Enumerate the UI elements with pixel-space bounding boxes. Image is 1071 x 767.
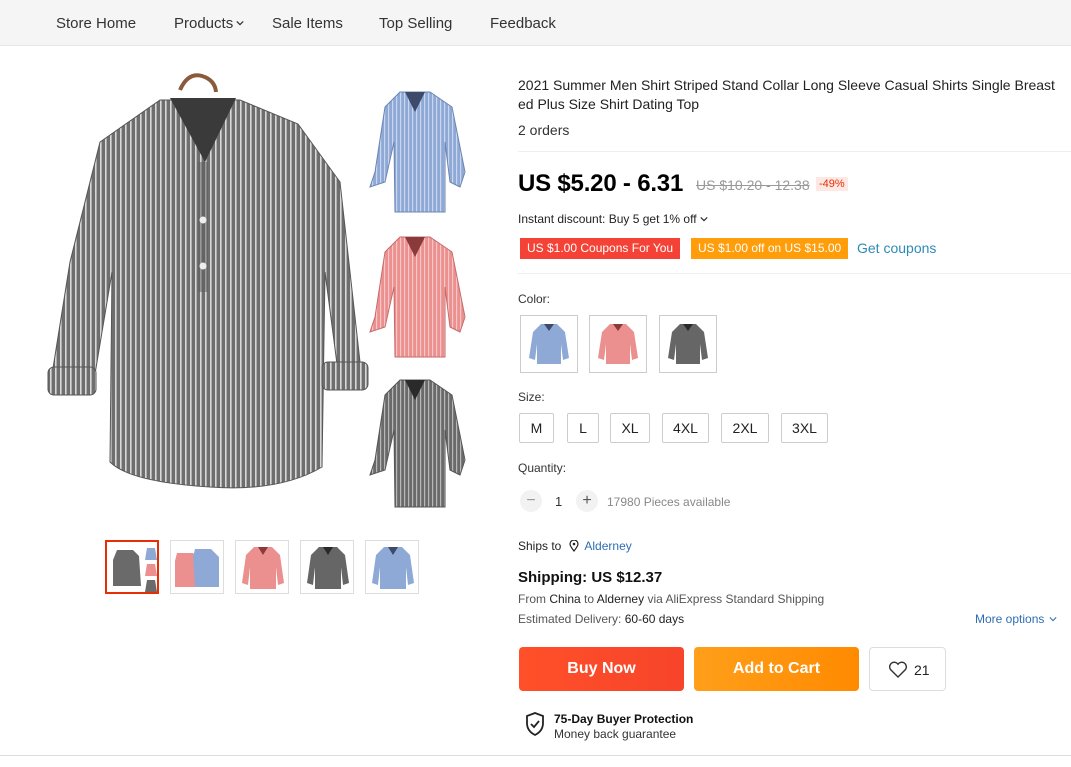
- blue-shirt-icon: [529, 324, 569, 364]
- shield-check-icon: [526, 712, 544, 737]
- divider: [0, 755, 1071, 756]
- thumbnail-4[interactable]: [300, 540, 354, 594]
- thumbnail-5[interactable]: [365, 540, 419, 594]
- chevron-down-icon: [700, 216, 708, 222]
- buy-now-button[interactable]: Buy Now: [519, 647, 684, 691]
- pieces-available: 17980 Pieces available: [607, 495, 731, 509]
- wishlist-button[interactable]: 21: [869, 647, 946, 691]
- ships-to: Ships to Alderney: [518, 539, 632, 553]
- nav-sale-items[interactable]: Sale Items: [272, 15, 343, 32]
- gray-shirt-icon: [668, 324, 708, 364]
- color-swatch-blue[interactable]: [520, 315, 578, 373]
- gray-shirt-small: [369, 379, 466, 508]
- quantity-decrease-button[interactable]: −: [520, 490, 542, 512]
- original-price: US $10.20 - 12.38: [696, 177, 810, 193]
- shirt-thumbnail-icon: [372, 547, 414, 589]
- pink-shirt-icon: [598, 324, 638, 364]
- ships-to-location[interactable]: Alderney: [584, 539, 631, 553]
- quantity-value[interactable]: 1: [555, 494, 562, 509]
- size-option-m[interactable]: M: [519, 413, 554, 443]
- shirt-thumbnail-icon: [242, 547, 284, 589]
- shirt-thumbnail-icon: [307, 547, 349, 589]
- nav-feedback[interactable]: Feedback: [490, 15, 556, 32]
- wishlist-count: 21: [914, 662, 930, 678]
- quantity-label: Quantity:: [518, 461, 567, 475]
- color-swatch-pink[interactable]: [589, 315, 647, 373]
- shirt-thumbnail-icon: [175, 549, 219, 587]
- estimated-delivery: Estimated Delivery: 60-60 days: [518, 612, 685, 626]
- thumbnail-1[interactable]: [105, 540, 159, 594]
- size-option-4xl[interactable]: 4XL: [662, 413, 709, 443]
- shipping-route: From China to Alderney via AliExpress St…: [518, 592, 825, 606]
- shirt-thumbnail-icon: [113, 548, 157, 592]
- size-label: Size:: [518, 390, 545, 404]
- color-label: Color:: [518, 292, 551, 306]
- nav-store-home[interactable]: Store Home: [56, 15, 136, 32]
- quantity-increase-button[interactable]: +: [576, 490, 598, 512]
- coupon-for-you[interactable]: US $1.00 Coupons For You: [520, 238, 681, 259]
- heart-icon: [888, 661, 908, 678]
- chevron-down-icon: [1049, 617, 1057, 622]
- thumbnail-2[interactable]: [170, 540, 224, 594]
- orders-count: 2 orders: [518, 122, 570, 138]
- blue-shirt-small: [369, 91, 466, 213]
- protection-title: 75-Day Buyer Protection: [554, 712, 694, 726]
- get-coupons-link[interactable]: Get coupons: [857, 240, 936, 256]
- product-price: US $5.20 - 6.31: [518, 170, 684, 197]
- location-pin-icon: [569, 540, 579, 552]
- coupon-store[interactable]: US $1.00 off on US $15.00: [691, 238, 849, 259]
- product-title: 2021 Summer Men Shirt Striped Stand Coll…: [518, 77, 1055, 112]
- size-option-l[interactable]: L: [567, 413, 599, 443]
- shipping-cost: Shipping: US $12.37: [518, 569, 663, 586]
- thumbnail-3[interactable]: [235, 540, 289, 594]
- chevron-down-icon: [236, 20, 244, 26]
- store-nav-bar: Store Home Products Sale Items Top Selli…: [0, 0, 1071, 46]
- size-option-3xl[interactable]: 3XL: [781, 413, 828, 443]
- size-option-xl[interactable]: XL: [610, 413, 650, 443]
- protection-subtitle: Money back guarantee: [554, 727, 677, 741]
- discount-badge: -49%: [816, 177, 848, 191]
- main-product-image[interactable]: [40, 62, 490, 522]
- pink-shirt-small: [369, 236, 466, 358]
- nav-products[interactable]: Products: [174, 15, 244, 32]
- divider: [518, 273, 1071, 274]
- gray-shirt-large: [47, 73, 369, 489]
- more-shipping-options[interactable]: More options: [975, 612, 1058, 626]
- buyer-protection: 75-Day Buyer Protection Money back guara…: [524, 711, 693, 742]
- add-to-cart-button[interactable]: Add to Cart: [694, 647, 859, 691]
- nav-top-selling[interactable]: Top Selling: [379, 15, 452, 32]
- instant-discount[interactable]: Instant discount: Buy 5 get 1% off: [518, 212, 708, 226]
- color-swatch-gray[interactable]: [659, 315, 717, 373]
- divider: [518, 151, 1071, 152]
- size-option-2xl[interactable]: 2XL: [721, 413, 769, 443]
